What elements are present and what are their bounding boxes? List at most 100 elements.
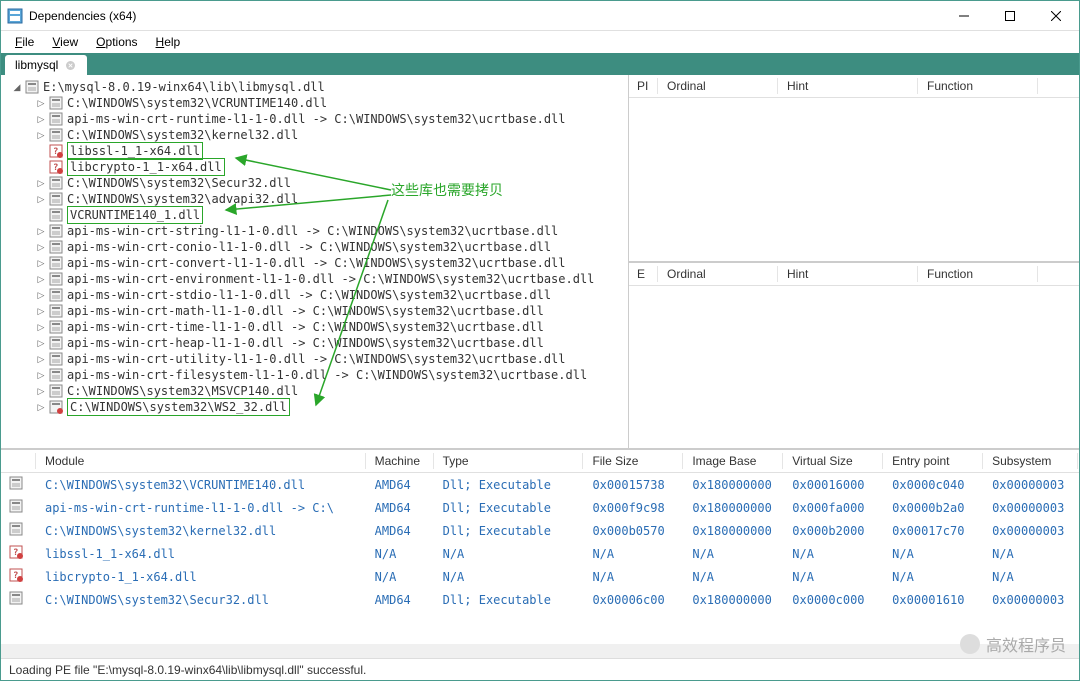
col-filesize[interactable]: File Size <box>584 450 684 472</box>
pe-icon <box>49 320 63 334</box>
error-icon: ? <box>49 144 63 158</box>
pe-icon <box>49 272 63 286</box>
tree-row[interactable]: ▷api-ms-win-crt-convert-l1-1-0.dll -> C:… <box>5 255 624 271</box>
pe-icon <box>49 256 63 270</box>
col-subsystem[interactable]: Subsystem <box>984 450 1079 472</box>
tree-pane[interactable]: ◢E:\mysql-8.0.19-winx64\lib\libmysql.dll… <box>1 75 629 448</box>
tab-libmysql[interactable]: libmysql <box>5 55 87 75</box>
expander-icon[interactable]: ▷ <box>35 111 47 127</box>
tree-row[interactable]: ▷api-ms-win-crt-environment-l1-1-0.dll -… <box>5 271 624 287</box>
expander-icon[interactable]: ▷ <box>35 383 47 399</box>
pe-icon <box>49 112 63 126</box>
expander-icon[interactable]: ◢ <box>11 79 23 95</box>
table-row[interactable]: ?libssl-1_1-x64.dllN/AN/AN/AN/AN/AN/AN/A <box>1 542 1079 565</box>
tree-row[interactable]: ▷C:\WINDOWS\system32\Secur32.dll <box>5 175 624 191</box>
expander-icon[interactable]: ▷ <box>35 351 47 367</box>
col-entrypoint[interactable]: Entry point <box>884 450 984 472</box>
pe-icon <box>49 224 63 238</box>
col-hint[interactable]: Hint <box>779 75 919 97</box>
table-row[interactable]: ?libcrypto-1_1-x64.dllN/AN/AN/AN/AN/AN/A… <box>1 565 1079 588</box>
tree-row[interactable]: ◢E:\mysql-8.0.19-winx64\lib\libmysql.dll <box>5 79 624 95</box>
tree-row[interactable]: ▷C:\WINDOWS\system32\WS2_32.dll <box>5 399 624 415</box>
tree-row[interactable]: ▷C:\WINDOWS\system32\kernel32.dll <box>5 127 624 143</box>
tree-row[interactable]: ▷api-ms-win-crt-heap-l1-1-0.dll -> C:\WI… <box>5 335 624 351</box>
expander-icon[interactable]: ▷ <box>35 223 47 239</box>
tree-row[interactable]: ▷C:\WINDOWS\system32\VCRUNTIME140.dll <box>5 95 624 111</box>
tree-row[interactable]: ▷api-ms-win-crt-math-l1-1-0.dll -> C:\WI… <box>5 303 624 319</box>
col-function[interactable]: Function <box>919 75 1039 97</box>
col-machine[interactable]: Machine <box>367 450 435 472</box>
pe-icon <box>49 384 63 398</box>
expander-icon[interactable]: ▷ <box>35 335 47 351</box>
module-list[interactable]: Module Machine Type File Size Image Base… <box>1 450 1079 644</box>
col-hint2[interactable]: Hint <box>779 263 919 285</box>
expander-icon[interactable]: ▷ <box>35 191 47 207</box>
menu-view[interactable]: View <box>44 33 86 51</box>
menu-help[interactable]: Help <box>148 33 189 51</box>
menu-file[interactable]: File <box>7 33 42 51</box>
tree-row[interactable]: ▷api-ms-win-crt-runtime-l1-1-0.dll -> C:… <box>5 111 624 127</box>
table-row[interactable]: C:\WINDOWS\system32\kernel32.dllAMD64Dll… <box>1 519 1079 542</box>
col-icon[interactable] <box>1 450 37 472</box>
tree-row[interactable]: ▷api-ms-win-crt-stdio-l1-1-0.dll -> C:\W… <box>5 287 624 303</box>
expander-icon[interactable]: ▷ <box>35 303 47 319</box>
tree-row[interactable]: ▷api-ms-win-crt-time-l1-1-0.dll -> C:\WI… <box>5 319 624 335</box>
table-row[interactable]: api-ms-win-crt-runtime-l1-1-0.dll -> C:\… <box>1 496 1079 519</box>
pe-icon <box>1 476 37 493</box>
expander-icon[interactable]: ▷ <box>35 95 47 111</box>
tree-row[interactable]: ▷api-ms-win-crt-filesystem-l1-1-0.dll ->… <box>5 367 624 383</box>
titlebar: Dependencies (x64) <box>1 1 1079 31</box>
right-pane: PI Ordinal Hint Function E Ordinal Hint … <box>629 75 1079 448</box>
pe-icon <box>25 80 39 94</box>
close-button[interactable] <box>1033 1 1079 31</box>
imports-pane[interactable]: PI Ordinal Hint Function <box>629 75 1079 263</box>
tree-row[interactable]: ▷api-ms-win-crt-string-l1-1-0.dll -> C:\… <box>5 223 624 239</box>
tab-close-icon[interactable] <box>64 59 77 72</box>
tree-row[interactable]: VCRUNTIME140_1.dll <box>5 207 624 223</box>
window-title: Dependencies (x64) <box>29 9 941 23</box>
col-ordinal[interactable]: Ordinal <box>659 75 779 97</box>
pe-icon <box>49 368 63 382</box>
status-bar: Loading PE file "E:\mysql-8.0.19-winx64\… <box>1 658 1079 680</box>
tree-row[interactable]: ▷C:\WINDOWS\system32\advapi32.dll <box>5 191 624 207</box>
pe-icon <box>1 522 37 539</box>
col-function2[interactable]: Function <box>919 263 1039 285</box>
col-type[interactable]: Type <box>435 450 585 472</box>
expander-icon[interactable]: ▷ <box>35 271 47 287</box>
expander-icon[interactable]: ▷ <box>35 175 47 191</box>
table-row[interactable]: C:\WINDOWS\system32\VCRUNTIME140.dllAMD6… <box>1 473 1079 496</box>
col-virtualsize[interactable]: Virtual Size <box>784 450 884 472</box>
app-icon <box>7 8 23 24</box>
expander-icon[interactable]: ▷ <box>35 127 47 143</box>
tree-row[interactable]: ?libssl-1_1-x64.dll <box>5 143 624 159</box>
tab-label: libmysql <box>15 58 58 72</box>
col-e[interactable]: E <box>629 263 659 285</box>
minimize-button[interactable] <box>941 1 987 31</box>
tree-row[interactable]: ▷api-ms-win-crt-conio-l1-1-0.dll -> C:\W… <box>5 239 624 255</box>
tree-row[interactable]: ▷C:\WINDOWS\system32\MSVCP140.dll <box>5 383 624 399</box>
col-pi[interactable]: PI <box>629 75 659 97</box>
expander-icon[interactable]: ▷ <box>35 239 47 255</box>
exports-pane[interactable]: E Ordinal Hint Function <box>629 263 1079 449</box>
tabbar: libmysql <box>1 53 1079 75</box>
col-imagebase[interactable]: Image Base <box>684 450 784 472</box>
pe-icon <box>49 208 63 222</box>
maximize-button[interactable] <box>987 1 1033 31</box>
menu-options[interactable]: Options <box>88 33 145 51</box>
pe-icon <box>49 176 63 190</box>
pe-icon <box>49 192 63 206</box>
pe-icon <box>49 336 63 350</box>
expander-icon[interactable]: ▷ <box>35 287 47 303</box>
expander-icon[interactable]: ▷ <box>35 255 47 271</box>
expander-icon[interactable]: ▷ <box>35 399 47 415</box>
tree-row[interactable]: ?libcrypto-1_1-x64.dll <box>5 159 624 175</box>
tree-row[interactable]: ▷api-ms-win-crt-utility-l1-1-0.dll -> C:… <box>5 351 624 367</box>
expander-icon[interactable]: ▷ <box>35 367 47 383</box>
menubar: File View Options Help <box>1 31 1079 53</box>
table-row[interactable]: C:\WINDOWS\system32\Secur32.dllAMD64Dll;… <box>1 588 1079 611</box>
hscrollbar[interactable] <box>1 644 1079 658</box>
col-ordinal2[interactable]: Ordinal <box>659 263 779 285</box>
pe-icon <box>49 128 63 142</box>
col-module[interactable]: Module <box>37 450 367 472</box>
expander-icon[interactable]: ▷ <box>35 319 47 335</box>
